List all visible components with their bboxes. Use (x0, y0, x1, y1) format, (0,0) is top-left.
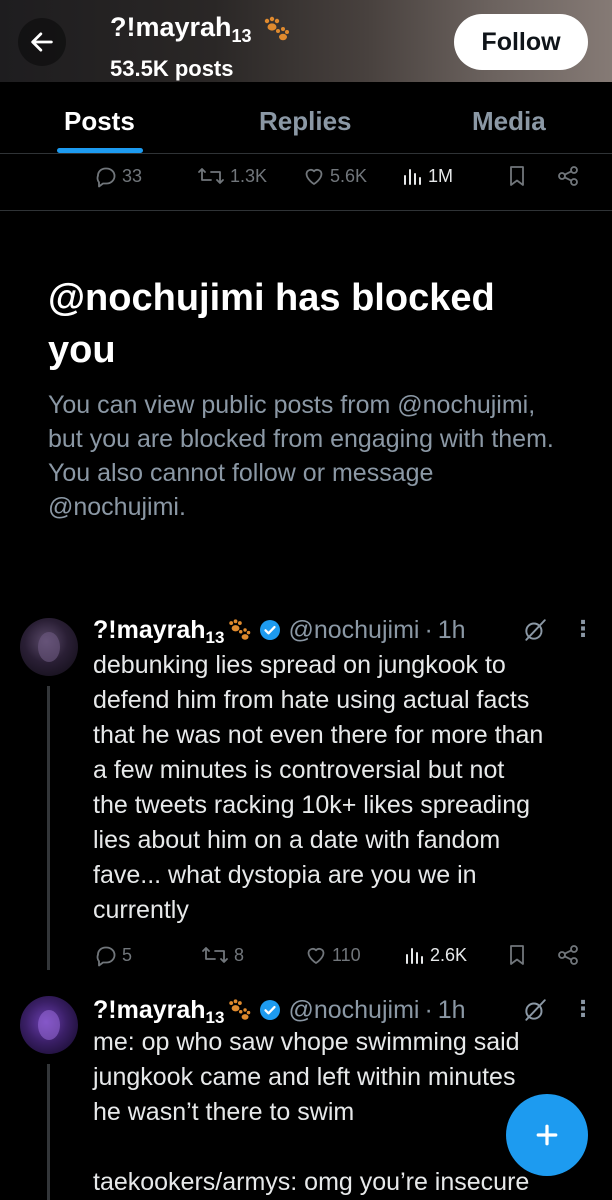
tweet-text-line: lies about him on a date with fandom (93, 826, 501, 854)
tweet-header: ?!mayrah13 @nochujimi · 1h (93, 995, 466, 1027)
tab-media[interactable]: Media (472, 106, 546, 137)
profile-tabs: Posts Replies Media (0, 82, 612, 154)
tweet-text-line: that he was not even there for more than (93, 721, 544, 749)
tweet-actions: 5 8 110 2.6K (0, 935, 612, 975)
views-button[interactable]: 1M (402, 156, 453, 196)
tweet-timestamp[interactable]: 1h (438, 616, 466, 645)
heart-icon (305, 168, 323, 185)
paw-prints-icon (229, 999, 251, 1020)
tweet-text-line: fave... what dystopia are you we in (93, 861, 477, 889)
tweet-text-line: a few minutes is controversial but not (93, 756, 505, 784)
blocked-notice-title: @nochujimi has blocked you (48, 277, 495, 371)
verified-badge-icon (260, 1000, 281, 1020)
previous-post-actions: 33 1.3K 5.6K 1M (0, 156, 612, 196)
like-button[interactable]: 5.6K (302, 156, 367, 196)
profile-name-subscript: 13 (231, 26, 252, 46)
reply-bubble-icon (96, 167, 116, 188)
more-vertical-icon[interactable]: ⋮ (572, 996, 594, 1022)
author-name-subscript: 13 (205, 1007, 225, 1027)
follow-button[interactable]: Follow (454, 14, 588, 70)
thread-line (47, 1064, 50, 1200)
reply-bubble-icon (96, 946, 116, 967)
tweet-text-line: defend him from hate using actual facts (93, 686, 530, 714)
repost-button[interactable]: 8 (200, 935, 244, 975)
views-button[interactable]: 2.6K (404, 935, 467, 975)
paw-prints-icon (264, 16, 290, 41)
tweet-text-line: debunking lies spread on jungkook to (93, 651, 506, 679)
plus-icon (536, 1124, 558, 1146)
arrow-left-icon (31, 32, 53, 52)
tweet-author-handle[interactable]: @nochujimi (288, 996, 419, 1025)
repost-button[interactable]: 1.3K (196, 156, 267, 196)
repost-count: 8 (234, 944, 245, 965)
back-button[interactable] (18, 18, 66, 66)
verified-badge-icon (260, 620, 281, 640)
like-count: 110 (332, 944, 361, 965)
share-button[interactable] (556, 156, 580, 196)
reply-count: 5 (122, 944, 133, 965)
tweet-header: ?!mayrah13 @nochujimi · 1h (93, 615, 466, 647)
posts-count: 53.5K posts (110, 56, 234, 81)
blocked-notice-body: You can view public posts from @nochujim… (48, 391, 554, 521)
bar-chart-icon (406, 948, 423, 964)
post-divider (0, 210, 612, 211)
bookmark-button[interactable] (507, 935, 527, 975)
profile-name-text: ?!mayrah (110, 12, 232, 42)
repost-icon (198, 168, 224, 184)
share-icon (558, 166, 578, 186)
like-button[interactable]: 110 (304, 935, 361, 975)
share-button[interactable] (556, 935, 580, 975)
tweet-author-handle[interactable]: @nochujimi (288, 616, 419, 645)
reply-button[interactable]: 5 (94, 935, 132, 975)
share-icon (558, 945, 578, 965)
tabs-divider (0, 153, 612, 154)
views-count: 1M (428, 165, 454, 186)
repost-icon (202, 947, 228, 963)
author-name-subscript: 13 (205, 627, 225, 647)
reply-count: 33 (122, 165, 143, 186)
avatar[interactable] (20, 996, 78, 1054)
tab-posts[interactable]: Posts (64, 106, 135, 137)
avatar[interactable] (20, 618, 78, 676)
grok-icon[interactable] (522, 617, 548, 643)
tweet-text: debunking lies spread on jungkook to def… (93, 648, 593, 928)
tweet-timestamp[interactable]: 1h (438, 996, 466, 1025)
tweet-text-line: me: op who saw vhope swimming said (93, 1028, 520, 1056)
bar-chart-icon (404, 169, 421, 185)
author-name-text: ?!mayrah (93, 615, 206, 644)
tweet-author-name[interactable]: ?!mayrah13 (93, 615, 225, 647)
heart-icon (307, 947, 325, 964)
author-name-text: ?!mayrah (93, 995, 206, 1024)
tweet-text-line: jungkook came and left within minutes (93, 1063, 516, 1091)
bookmark-icon (510, 945, 524, 965)
profile-name: ?!mayrah13 (110, 12, 291, 46)
views-count: 2.6K (430, 944, 468, 965)
repost-count: 1.3K (230, 165, 268, 186)
tweet-author-name[interactable]: ?!mayrah13 (93, 995, 225, 1027)
reply-button[interactable]: 33 (94, 156, 142, 196)
profile-header: ?!mayrah13 53.5K posts Follow (0, 0, 612, 82)
grok-icon[interactable] (522, 997, 548, 1023)
separator-dot: · (424, 615, 433, 644)
thread-line (47, 686, 50, 970)
tab-replies[interactable]: Replies (259, 106, 352, 137)
paw-prints-icon (229, 619, 251, 640)
like-count: 5.6K (330, 165, 368, 186)
more-vertical-icon[interactable]: ⋮ (572, 616, 594, 642)
tweet-text-line: currently (93, 896, 189, 924)
separator-dot: · (424, 995, 433, 1024)
bookmark-button[interactable] (507, 156, 527, 196)
bookmark-icon (510, 166, 524, 186)
tweet-text-line: taekookers/armys: omg you’re insecure (93, 1168, 530, 1196)
tweet-text-line: the tweets racking 10k+ likes spreading (93, 791, 531, 819)
compose-button[interactable] (506, 1094, 588, 1176)
